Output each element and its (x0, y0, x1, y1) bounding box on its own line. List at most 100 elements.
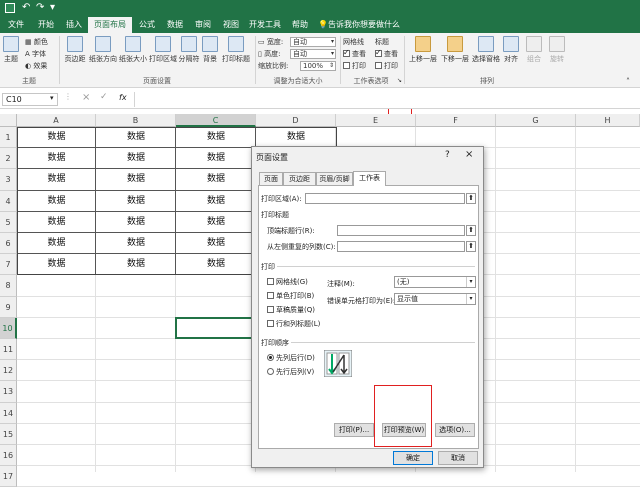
row-header-15[interactable]: 15 (0, 423, 17, 445)
orientation-button[interactable]: 纸张方向 (88, 36, 118, 64)
column-header-c[interactable]: C (176, 114, 256, 127)
save-icon[interactable] (5, 3, 15, 13)
column-header-b[interactable]: B (96, 114, 176, 127)
effects-button[interactable]: ◐ 效果 (25, 61, 47, 72)
print-area-input[interactable] (305, 193, 465, 204)
formula-input[interactable] (134, 92, 638, 107)
tab-insert[interactable]: 插入 (60, 17, 88, 33)
fonts-button[interactable]: A 字体 (25, 49, 46, 60)
row-header-8[interactable]: 8 (0, 275, 17, 297)
row-header-12[interactable]: 12 (0, 360, 17, 382)
print-titles-button[interactable]: 打印标题 (220, 36, 252, 64)
gridlines-checkbox[interactable]: 网格线(G) (267, 277, 308, 287)
row-header-7[interactable]: 7 (0, 254, 17, 276)
row-header-17[interactable]: 17 (0, 466, 17, 487)
left-cols-input[interactable] (337, 241, 465, 252)
options-button[interactable]: 选项(O)... (435, 423, 475, 437)
row-header-9[interactable]: 9 (0, 296, 17, 318)
row-header-11[interactable]: 11 (0, 339, 17, 361)
rowcol-checkbox[interactable]: 行和列标题(L) (267, 319, 320, 329)
themes-button[interactable]: 主题 (0, 36, 22, 64)
select-all-corner[interactable] (0, 114, 17, 127)
active-cell-c10[interactable] (175, 317, 257, 339)
send-backward-button[interactable]: 下移一层 (439, 36, 471, 64)
tab-view[interactable]: 视图 (218, 17, 244, 33)
print-button[interactable]: 打印(P)... (334, 423, 374, 437)
highlight-box (374, 385, 432, 447)
group-button[interactable]: 组合 (523, 36, 545, 64)
colors-button[interactable]: ▦ 颜色 (25, 37, 48, 48)
row-header-2[interactable]: 2 (0, 148, 17, 170)
tab-help[interactable]: 帮助 (288, 17, 312, 33)
bw-checkbox[interactable]: 单色打印(B) (267, 291, 314, 301)
row-header-5[interactable]: 5 (0, 211, 17, 233)
row-header-6[interactable]: 6 (0, 233, 17, 255)
row-header-4[interactable]: 4 (0, 190, 17, 212)
tab-sheet[interactable]: 工作表 (353, 171, 386, 186)
headings-print-checkbox[interactable]: 打印 (375, 61, 398, 72)
close-icon[interactable]: × (465, 149, 473, 160)
collapse-ribbon-icon[interactable]: ˄ (626, 76, 630, 87)
row-header-13[interactable]: 13 (0, 381, 17, 403)
height-select[interactable]: 自动 ▾ (290, 49, 336, 59)
tab-review[interactable]: 审阅 (190, 17, 216, 33)
row-header-16[interactable]: 16 (0, 445, 17, 467)
selection-pane-button[interactable]: 选择窗格 (470, 36, 502, 64)
column-header-g[interactable]: G (496, 114, 576, 127)
tab-formulas[interactable]: 公式 (134, 17, 160, 33)
over-then-down-radio[interactable]: 先行后列(V) (267, 367, 314, 377)
dialog-launcher-icon[interactable]: ↘ (397, 75, 402, 86)
row-header-14[interactable]: 14 (0, 402, 17, 424)
gridlines-view-checkbox[interactable]: 查看 (343, 47, 366, 60)
tab-home[interactable]: 开始 (32, 17, 60, 33)
top-rows-input[interactable] (337, 225, 465, 236)
ok-button[interactable]: 确定 (393, 451, 433, 465)
column-header-f[interactable]: F (416, 114, 496, 127)
errors-select[interactable]: 显示值 ▾ (394, 293, 476, 305)
enter-icon[interactable]: ✓ (100, 92, 108, 102)
cancel-button[interactable]: 取消 (438, 451, 478, 465)
collapse-dialog-icon[interactable]: ⬆ (466, 225, 476, 236)
rotate-button[interactable]: 旋转 (546, 36, 568, 64)
column-header-d[interactable]: D (256, 114, 336, 127)
background-button[interactable]: 背景 (200, 36, 220, 64)
tab-developer[interactable]: 开发工具 (246, 17, 284, 33)
tab-header-footer[interactable]: 页眉/页脚 (316, 172, 353, 185)
tell-me-box[interactable]: 💡告诉我你想要做什么 (318, 17, 402, 33)
breaks-button[interactable]: 分隔符 (177, 36, 201, 64)
row-header-10[interactable]: 10 (0, 317, 17, 339)
tab-data[interactable]: 数据 (162, 17, 188, 33)
scale-input[interactable]: 100% ⇕ (300, 61, 336, 71)
headings-view-checkbox[interactable]: 查看 (375, 47, 398, 60)
down-then-over-radio[interactable]: 先列后行(D) (267, 353, 315, 363)
dialog-title: 页面设置 (256, 153, 288, 162)
tab-file[interactable]: 文件 (2, 17, 30, 33)
margins-button[interactable]: 页边距 (61, 36, 89, 64)
collapse-dialog-icon[interactable]: ⬆ (466, 241, 476, 252)
collapse-dialog-icon[interactable]: ⬆ (466, 193, 476, 204)
print-area-button[interactable]: 打印区域 (148, 36, 178, 64)
undo-icon[interactable]: ↶ (22, 2, 30, 14)
tab-margins[interactable]: 页边距 (283, 172, 316, 185)
tab-page-layout[interactable]: 页面布局 (88, 17, 132, 34)
align-button[interactable]: 对齐 (500, 36, 522, 64)
width-select[interactable]: 自动 ▾ (290, 37, 336, 47)
bring-forward-button[interactable]: 上移一层 (407, 36, 439, 64)
redo-icon[interactable]: ↷ (36, 2, 44, 14)
help-icon[interactable]: ? (445, 150, 450, 160)
column-header-h[interactable]: H (576, 114, 640, 127)
tab-page[interactable]: 页面 (259, 172, 283, 185)
column-header-e[interactable]: E (336, 114, 416, 127)
row-header-1[interactable]: 1 (0, 127, 17, 149)
column-header-a[interactable]: A (17, 114, 96, 127)
size-button[interactable]: 纸张大小 (118, 36, 148, 64)
draft-checkbox[interactable]: 草稿质量(Q) (267, 305, 315, 315)
fx-icon[interactable]: fx (119, 93, 127, 102)
comments-select[interactable]: (无) ▾ (394, 276, 476, 288)
gridlines-print-checkbox[interactable]: 打印 (343, 61, 366, 72)
chevron-down-icon[interactable]: ▾ (50, 94, 54, 102)
row-header-3[interactable]: 3 (0, 169, 17, 191)
bring-forward-icon (415, 36, 431, 52)
cancel-icon[interactable]: × (82, 92, 90, 103)
customize-qat-icon[interactable]: ▾ (50, 2, 55, 14)
